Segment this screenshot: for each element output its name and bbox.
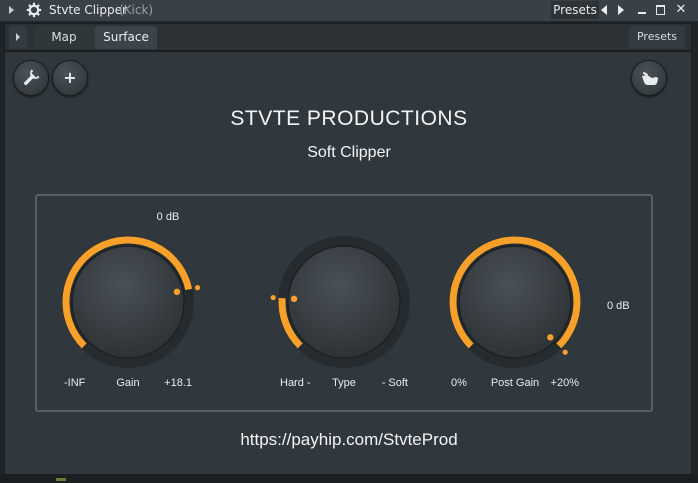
tab-map[interactable]: Map (33, 26, 95, 49)
post-gain-knob[interactable] (458, 245, 572, 359)
website-link[interactable]: https://payhip.com/StvteProd (5, 430, 693, 450)
post-gain-min-label: 0% (451, 377, 467, 389)
gain-outer-dot (194, 285, 201, 291)
type-knob[interactable] (287, 245, 401, 359)
type-min-label: Hard - (280, 377, 311, 389)
gain-name-label: Gain (116, 377, 139, 389)
post-gain-outer-dot (562, 349, 568, 355)
window-titlebar: Stvte Clipper (Kick) Presets ✕ (0, 0, 698, 22)
next-preset-icon[interactable] (618, 5, 624, 15)
hand-button[interactable] (631, 60, 667, 96)
close-icon[interactable]: ✕ (674, 2, 688, 18)
expand-arrow-icon[interactable] (9, 6, 14, 14)
product-title: Soft Clipper (307, 144, 391, 161)
gear-icon[interactable] (26, 2, 42, 18)
gain-max-label: +18.1 (164, 377, 192, 389)
tab-bar: Map Surface Presets (4, 23, 692, 51)
knob-group: -INF Gain +18.1 Hard - Type - Soft 0% Post Gain… (62, 211, 630, 389)
gain-value-readout: 0 dB (157, 211, 180, 223)
presets-button-secondary[interactable]: Presets (629, 26, 685, 48)
settings-button[interactable] (13, 60, 49, 96)
tab-surface[interactable]: Surface (95, 26, 157, 49)
post-gain-max-label: +20% (551, 377, 580, 389)
strip-mark (56, 478, 66, 481)
plus-icon: + (63, 68, 77, 87)
type-indicator (290, 295, 298, 303)
add-button[interactable]: + (52, 60, 88, 96)
bottom-strip (0, 475, 698, 483)
maximize-icon[interactable] (656, 5, 665, 15)
panel-toggle-icon[interactable] (9, 26, 27, 48)
window-subtitle: (Kick) (119, 3, 154, 17)
gain-knob[interactable] (71, 245, 185, 359)
gain-min-label: -INF (64, 377, 86, 389)
minimize-icon[interactable] (638, 12, 646, 14)
type-name-label: Type (332, 377, 356, 389)
plugin-panel: + STVTE PRODUCTIONS Soft Clipper -INF Gai… (4, 51, 692, 475)
post-gain-name-label: Post Gain (491, 377, 539, 389)
hand-icon (642, 72, 658, 85)
type-max-label: - Soft (382, 377, 408, 389)
post-gain-indicator (547, 334, 554, 341)
post-gain-value-readout: 0 dB (607, 300, 630, 312)
previous-preset-icon[interactable] (601, 5, 607, 15)
presets-button[interactable]: Presets (551, 1, 599, 19)
gain-indicator (173, 288, 181, 296)
knob-section: -INF Gain +18.1 Hard - Type - Soft 0% Post Gain… (35, 194, 653, 412)
wrench-icon (23, 69, 40, 86)
window-title: Stvte Clipper (49, 3, 127, 17)
brand-title: STVTE PRODUCTIONS (230, 107, 468, 130)
type-outer-dot (270, 294, 276, 301)
